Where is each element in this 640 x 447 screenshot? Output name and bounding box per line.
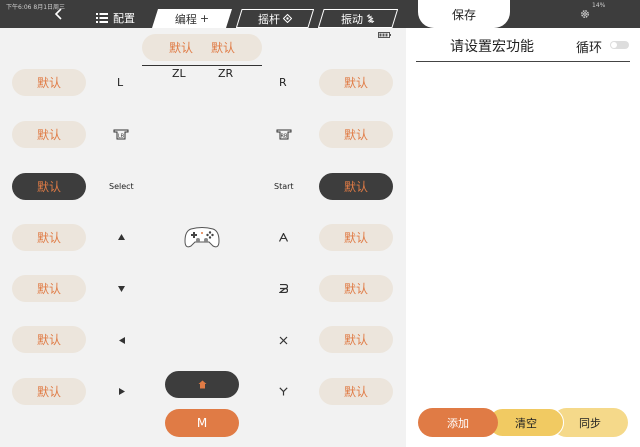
- gear-icon[interactable]: [580, 9, 590, 19]
- dpad-down-icon: [118, 286, 125, 292]
- zl-mapping-value[interactable]: 默认: [169, 39, 193, 56]
- trigger-mapping-pill[interactable]: 默认 默认: [142, 34, 262, 61]
- right-back-button-icon: RB: [276, 129, 292, 140]
- face-y-icon: [279, 387, 288, 396]
- select-label: Select: [109, 182, 134, 191]
- status-bar-battery: 14%: [592, 2, 606, 9]
- add-button[interactable]: 添加: [418, 408, 498, 437]
- r-label: R: [279, 76, 287, 89]
- tab-stick[interactable]: 摇杆: [236, 9, 314, 28]
- chevron-left-icon[interactable]: [50, 6, 66, 22]
- dpad-left-mapping-button[interactable]: 默认: [12, 326, 86, 353]
- start-mapping-button[interactable]: 默认: [319, 173, 393, 200]
- gamepad-icon: [184, 227, 220, 248]
- r-mapping-button[interactable]: 默认: [319, 69, 393, 96]
- dpad-up-icon: [118, 234, 125, 240]
- tab-config-label: 配置: [113, 12, 135, 25]
- home-icon: [198, 380, 206, 389]
- face-a-icon: [279, 233, 288, 242]
- zr-mapping-value[interactable]: 默认: [211, 39, 235, 56]
- zr-label: ZR: [218, 67, 234, 80]
- joystick-icon: [283, 14, 292, 23]
- tab-config[interactable]: 配置: [96, 9, 135, 27]
- tab-program-label: 编程: [174, 12, 197, 26]
- tab-vibrate[interactable]: 振动: [318, 9, 398, 28]
- svg-text:RB: RB: [281, 134, 288, 140]
- macro-panel: 保存 14% 请设置宏功能 循环 添加 清空 同步: [406, 0, 640, 447]
- clear-button[interactable]: 清空: [488, 408, 564, 437]
- home-mapping-button[interactable]: [165, 371, 239, 398]
- zl-label: ZL: [172, 67, 186, 80]
- m-button[interactable]: M: [165, 409, 239, 437]
- left-back-button-icon: LB: [113, 129, 129, 140]
- dpad-right-mapping-button[interactable]: 默认: [12, 378, 86, 405]
- battery-icon: [378, 32, 391, 38]
- start-label: Start: [274, 182, 294, 191]
- dpad-right-icon: [119, 388, 125, 395]
- lb-mapping-button[interactable]: 默认: [12, 121, 86, 148]
- svg-text:LB: LB: [118, 134, 125, 140]
- macro-title: 请设置宏功能: [450, 39, 534, 55]
- rb-mapping-button[interactable]: 默认: [319, 121, 393, 148]
- dpad-down-mapping-button[interactable]: 默认: [12, 275, 86, 302]
- save-button[interactable]: 保存: [418, 0, 510, 28]
- macro-top-bar: 保存 14%: [406, 0, 640, 28]
- l-mapping-button[interactable]: 默认: [12, 69, 86, 96]
- title-divider: [416, 61, 630, 62]
- tab-stick-label: 摇杆: [258, 12, 280, 26]
- vibration-icon: [366, 14, 375, 23]
- face-a-mapping-button[interactable]: 默认: [319, 224, 393, 251]
- top-navigation-bar: 下午6:06 8月1日周三 配置 编程 + 摇杆 振动: [0, 0, 406, 28]
- select-mapping-button[interactable]: 默认: [12, 173, 86, 200]
- tab-program[interactable]: 编程 +: [152, 9, 232, 28]
- l-label: L: [117, 76, 124, 89]
- button-mapping-panel: 下午6:06 8月1日周三 配置 编程 + 摇杆 振动 默认 默认 ZL ZR …: [0, 0, 406, 447]
- face-y-mapping-button[interactable]: 默认: [319, 378, 393, 405]
- tab-program-suffix: +: [199, 12, 210, 25]
- dpad-left-icon: [119, 337, 125, 344]
- list-icon: [96, 13, 108, 23]
- tab-vibrate-label: 振动: [341, 12, 363, 26]
- dpad-up-mapping-button[interactable]: 默认: [12, 224, 86, 251]
- loop-toggle[interactable]: [610, 41, 629, 49]
- face-x-mapping-button[interactable]: 默认: [319, 326, 393, 353]
- loop-label: 循环: [576, 41, 603, 56]
- face-x-icon: [279, 336, 288, 345]
- face-b-icon: [279, 284, 288, 293]
- face-b-mapping-button[interactable]: 默认: [319, 275, 393, 302]
- trigger-divider: [142, 65, 262, 66]
